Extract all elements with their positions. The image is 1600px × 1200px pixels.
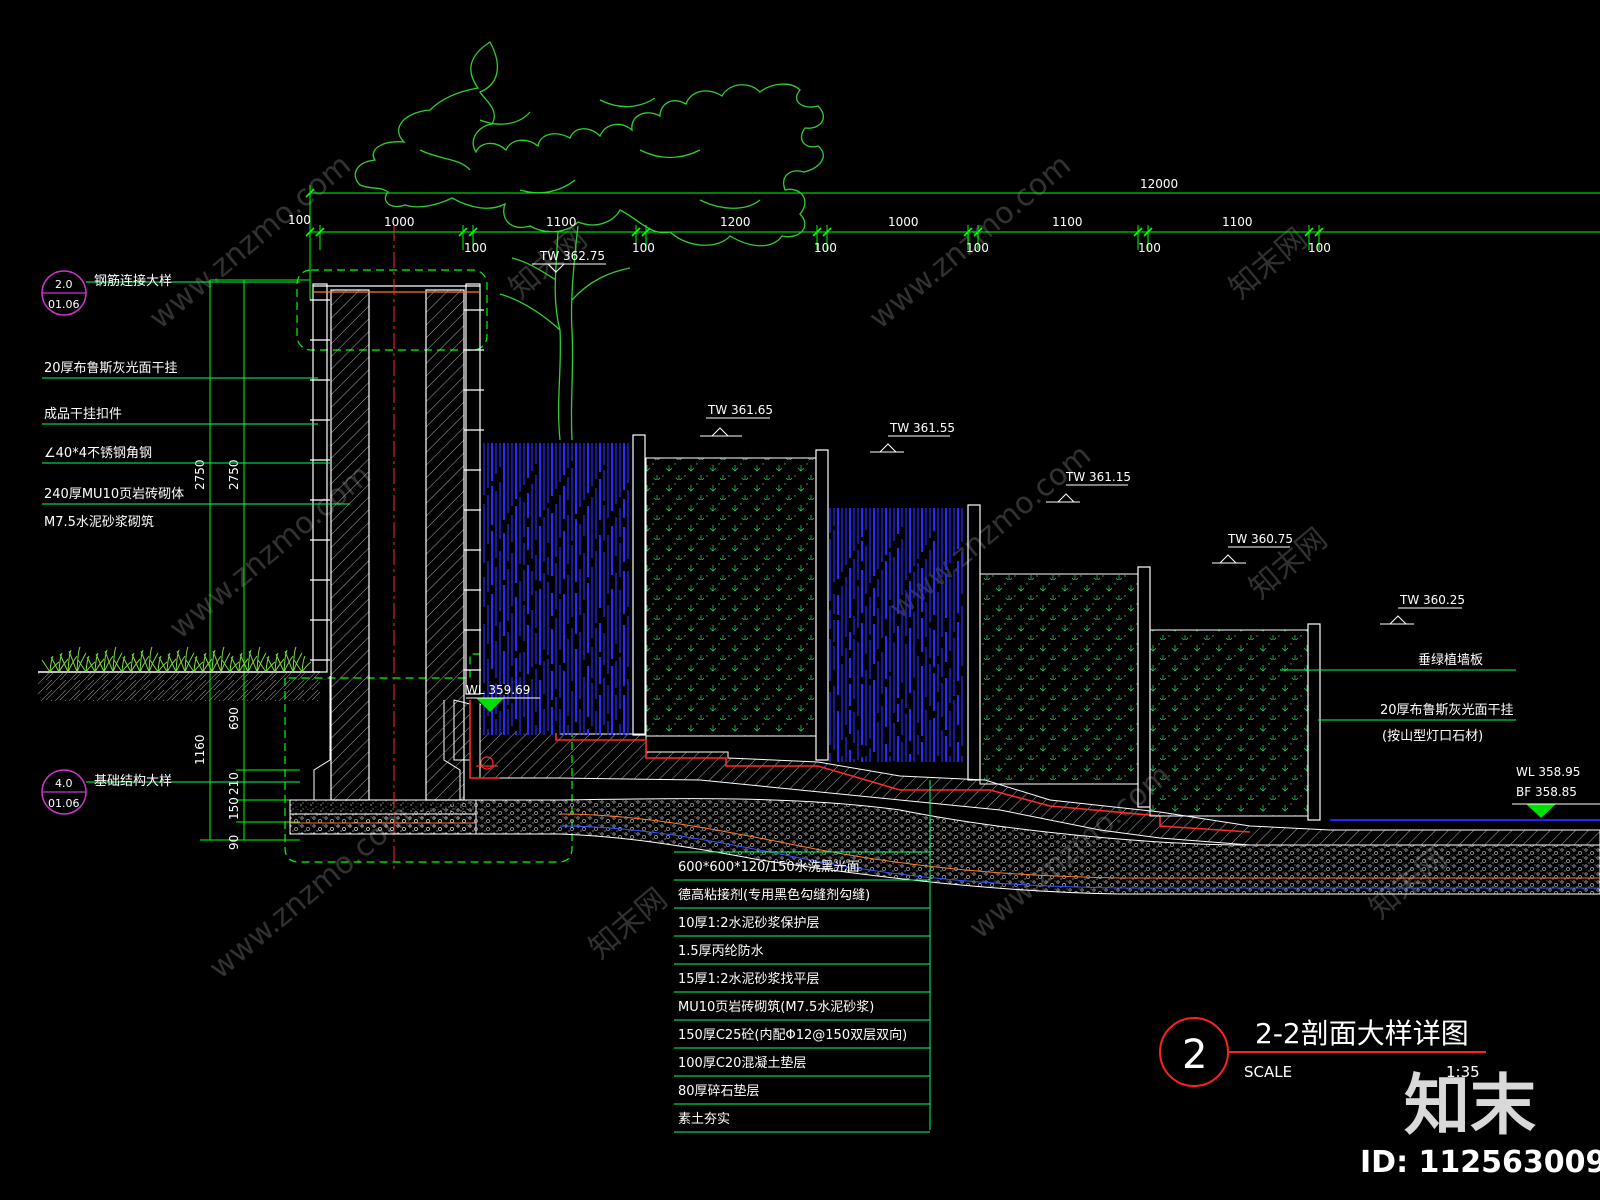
dim-overall: 12000 <box>1140 177 1178 191</box>
elev-bf: BF 358.85 <box>1516 785 1577 799</box>
dim-sub-4: 100 <box>1138 241 1161 255</box>
elev-tw6: TW 360.25 <box>1399 593 1465 607</box>
layer-8: 80厚碎石垫层 <box>678 1083 760 1099</box>
dim-top-6: 1100 <box>1222 215 1253 229</box>
tall-wall <box>310 225 484 870</box>
brand-logo: 知末 <box>1404 1067 1536 1144</box>
elev-tw3: TW 361.55 <box>889 421 955 435</box>
title-text: 2-2剖面大样详图 <box>1255 1017 1469 1050</box>
elev-tw1: TW 362.75 <box>539 249 605 263</box>
watermark-text: 知末网 <box>1223 221 1314 306</box>
layer-7: 100厚C20混凝土垫层 <box>678 1055 806 1071</box>
dimension-ticks <box>305 188 1324 237</box>
logo-text: 知末 <box>1404 1067 1536 1144</box>
top-dimension-text: 12000 100 1000 1100 1200 1000 1100 1100 … <box>288 177 1331 255</box>
callout-bottom-label: 基础结构大样 <box>94 774 172 789</box>
dim-top-0: 100 <box>288 213 311 227</box>
layer-9: 素土夯实 <box>678 1112 730 1127</box>
dim-top-2: 1100 <box>546 215 577 229</box>
dim-sub-0: 100 <box>464 241 487 255</box>
dim-v-2: 690 <box>227 707 241 730</box>
elev-tw2: TW 361.65 <box>707 403 773 417</box>
dim-v-0: 2750 <box>193 459 207 490</box>
elev-tw5: TW 360.75 <box>1227 532 1293 546</box>
layer-5: MU10页岩砖砌筑(M7.5水泥砂浆) <box>678 999 874 1015</box>
dim-top-1: 1000 <box>384 215 415 229</box>
dim-top-4: 1000 <box>888 215 919 229</box>
left-label-2: ∠40*4不锈钢角钢 <box>44 446 152 461</box>
watermark-text: www.znzmo.com <box>143 148 358 337</box>
dim-sub-2: 100 <box>814 241 837 255</box>
layer-2: 10厚1:2水泥砂浆保护层 <box>678 916 819 931</box>
title-number: 2 <box>1182 1032 1207 1078</box>
left-dimension-text: 2750 2750 690 1160 210 150 90 <box>193 459 241 850</box>
right-label-0: 垂绿植墙板 <box>1418 653 1483 668</box>
left-material-labels: 20厚布鲁斯灰光面干挂 成品干挂扣件 ∠40*4不锈钢角钢 240厚MU10页岩… <box>44 361 184 530</box>
layer-4: 15厚1:2水泥砂浆找平层 <box>678 972 819 987</box>
right-label-2: (按山型灯口石材) <box>1382 729 1483 744</box>
callout-top-sheet: 01.06 <box>48 298 80 311</box>
layer-1: 德高粘接剂(专用黑色勾缝剂勾缝) <box>678 887 870 903</box>
dim-v-3: 1160 <box>193 734 207 765</box>
right-label-1: 20厚布鲁斯灰光面干挂 <box>1380 703 1514 718</box>
layer-6: 150厚C25砼(内配Φ12@150双层双向) <box>678 1027 907 1043</box>
elev-tw4: TW 361.15 <box>1065 470 1131 484</box>
elev-wl1: WL 359.69 <box>466 683 530 697</box>
dim-sub-5: 100 <box>1308 241 1331 255</box>
dim-v-5: 150 <box>227 797 241 820</box>
layer-0: 600*600*120/150水洗黑光面 <box>678 860 860 875</box>
watermark-text: 知末网 <box>583 881 674 966</box>
dim-sub-1: 100 <box>632 241 655 255</box>
image-id: ID: 1125630090 <box>1360 1145 1600 1180</box>
dim-v-6: 90 <box>227 835 241 850</box>
section-drawing: www.znzmo.com 知末网 www.znzmo.com 知末网www.znzm… <box>38 41 1600 1180</box>
left-label-4: M7.5水泥砂浆砌筑 <box>44 514 154 530</box>
scale-label: SCALE <box>1244 1063 1292 1081</box>
callout-top-num: 2.0 <box>55 278 73 291</box>
dim-top-3: 1200 <box>720 215 751 229</box>
right-labels: 垂绿植墙板 20厚布鲁斯灰光面干挂 (按山型灯口石材) <box>1280 653 1516 744</box>
dim-top-5: 1100 <box>1052 215 1083 229</box>
callout-bottom: 4.0 01.06 基础结构大样 <box>41 769 300 815</box>
layer-3: 1.5厚丙纶防水 <box>678 943 764 959</box>
ground-left <box>38 646 320 701</box>
elev-wl2: WL 358.95 <box>1516 765 1580 779</box>
dim-v-1: 2750 <box>227 459 241 490</box>
callout-top-label: 钢筋连接大样 <box>94 273 172 289</box>
left-label-1: 成品干挂扣件 <box>44 407 122 422</box>
left-label-3: 240厚MU10页岩砖砌体 <box>44 487 184 502</box>
dim-v-4: 210 <box>227 772 241 795</box>
left-label-0: 20厚布鲁斯灰光面干挂 <box>44 361 178 376</box>
callout-bottom-sheet: 01.06 <box>48 797 80 810</box>
callout-bottom-num: 4.0 <box>55 777 73 790</box>
dim-sub-3: 100 <box>966 241 989 255</box>
